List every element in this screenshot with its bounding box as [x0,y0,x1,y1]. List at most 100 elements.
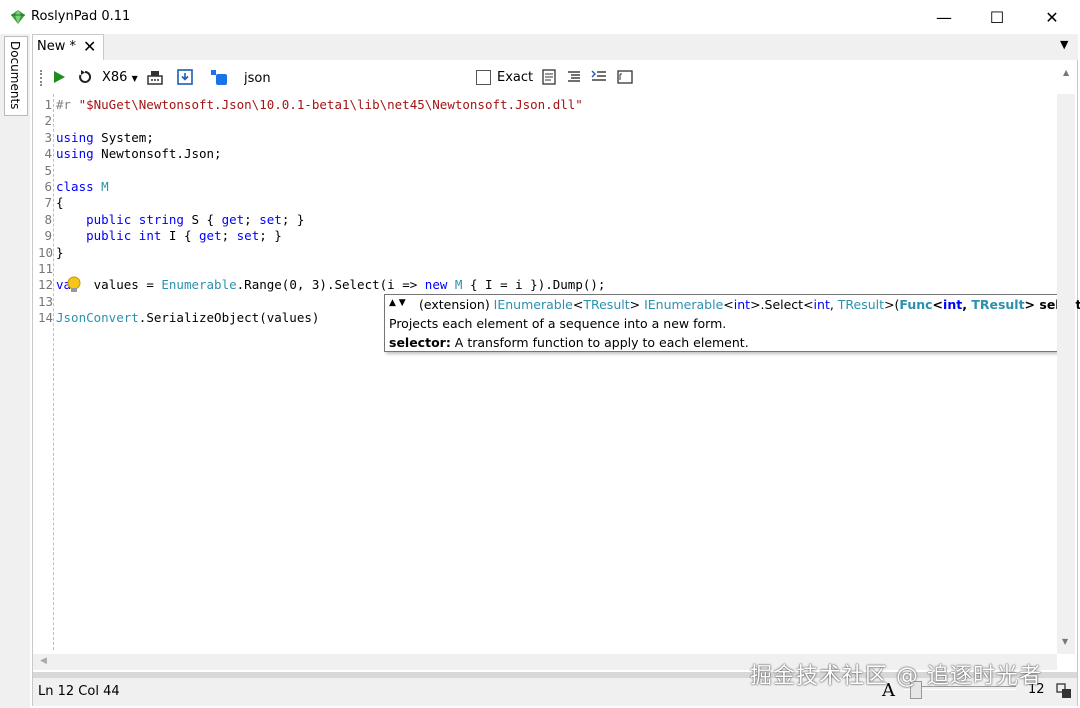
line-number: 10 [38,244,54,260]
line-number: 13 [38,293,54,309]
code-line[interactable]: 11 [38,261,56,277]
code-line[interactable]: 8 public string S { get; set; } [38,212,304,228]
maximize-button[interactable]: ☐ [970,0,1024,34]
parameter-description: A transform function to apply to each el… [450,335,749,350]
code-token: ; [244,211,260,227]
documents-panel-tab[interactable]: Documents [4,36,28,116]
signature-token: < [932,297,944,312]
exact-label: Exact [497,70,534,85]
method-signature: (extension) IEnumerable<TResult> IEnumer… [419,297,1080,312]
platform-dropdown[interactable]: X86 ▼ [102,70,138,85]
vertical-scrollbar[interactable] [1057,94,1075,654]
code-token: using [56,146,94,162]
signature-token: >.Select< [750,297,814,312]
code-token: ; } [259,228,282,244]
close-window-button[interactable]: ✕ [1025,0,1079,34]
tab-overflow-icon[interactable]: ▼ [1060,38,1068,51]
code-line[interactable]: 2 [38,113,56,129]
close-icon: ✕ [1045,7,1059,27]
line-number: 11 [38,261,54,276]
signature-token: < [572,297,584,312]
code-token: public [86,211,132,227]
line-number: 9 [44,228,52,244]
restart-button[interactable] [76,68,94,86]
chevron-down-icon: ▼ [131,74,138,83]
nuget-button[interactable] [146,68,164,86]
code-token: Enumerable [161,277,237,293]
code-line[interactable]: 10} [38,245,64,261]
signature-token: TResult [837,297,885,312]
restart-icon [79,70,92,83]
search-input[interactable] [238,66,474,90]
scroll-left-icon[interactable]: ◀ [40,656,47,666]
watermark: 掘金技术社区 @ 追逐时光者 [750,664,1042,689]
code-line[interactable]: 5 [38,163,56,179]
code-token: "$NuGet\Newtonsoft.Json\10.0.1-beta1\lib… [78,97,583,112]
overload-nav-icon[interactable]: ▲ ▼ [389,298,406,308]
grip-icon[interactable] [40,70,43,86]
code-line[interactable]: 12 va values = Enumerable.Range(0, 3).Sel… [38,277,605,293]
code-token: System; [93,129,154,145]
document-button[interactable] [540,68,558,86]
code-token: } [56,244,64,260]
signature-token: Func [899,297,933,312]
minimize-button[interactable]: — [917,0,971,34]
document-icon [542,69,556,85]
code-token: .Range(0, 3).Select(i => [236,277,425,293]
comment-icon [591,70,606,81]
tab-new-document[interactable]: New * ✕ [32,34,104,60]
signature-token: IEnumerable [493,297,573,312]
code-line[interactable]: 7{ [38,195,64,211]
scroll-up-icon[interactable]: ▲ [1063,68,1069,77]
code-token: JsonConvert [56,310,139,326]
tab-close-icon[interactable]: ✕ [83,37,96,56]
signature-token: , [962,297,972,312]
side-dock [0,34,30,708]
line-number: 6 [44,179,52,194]
line-number: 12 [38,277,54,293]
code-token: { I = i }).Dump(); [462,277,606,293]
scroll-down-icon[interactable]: ▼ [1062,637,1068,646]
cursor-position: Ln 12 Col 44 [38,684,120,699]
format-button[interactable] [565,68,583,86]
resize-grip-icon[interactable] [1055,682,1073,700]
code-line[interactable]: 6 class M [38,179,108,195]
code-token: public [86,228,132,244]
comment-button[interactable] [590,68,608,86]
code-token: string [138,211,184,227]
code-token: int [138,228,162,244]
signature-token: < [723,297,734,312]
code-line[interactable]: 3 using System; [38,129,154,146]
code-editor[interactable] [33,94,1057,654]
tab-label: New * [37,39,76,54]
code-token: get [199,228,222,244]
code-token: set [259,211,282,227]
line-number: 8 [44,211,52,227]
run-button[interactable] [50,68,68,86]
console-button[interactable] [616,68,634,86]
signature-token: > [629,297,645,312]
code-line[interactable]: 14 JsonConvert.SerializeObject(values) [38,310,319,326]
signature-token: >( [884,297,900,312]
code-line[interactable]: 13 [38,294,56,310]
code-token: { [56,195,64,211]
code-line[interactable]: 4 using Newtonsoft.Json; [38,146,221,162]
code-token: #r [56,97,79,112]
lightbulb-icon[interactable] [66,276,82,294]
code-token: set [236,228,260,244]
signature-token: int [733,297,751,312]
code-line[interactable]: 1 #r "$NuGet\Newtonsoft.Json\10.0.1-beta1… [38,97,583,113]
line-number: 14 [38,310,54,326]
exact-checkbox[interactable] [476,70,491,85]
package-button[interactable] [210,68,228,86]
code-token: I { [161,228,200,244]
code-line[interactable]: 9 public int I { get; set; } [38,228,282,244]
nuget-icon [147,71,163,85]
code-token: .SerializeObject(values) [138,310,320,326]
code-token: S { [183,211,222,227]
run-icon [54,71,65,83]
tab-strip [32,34,1078,60]
save-button[interactable] [176,68,194,86]
